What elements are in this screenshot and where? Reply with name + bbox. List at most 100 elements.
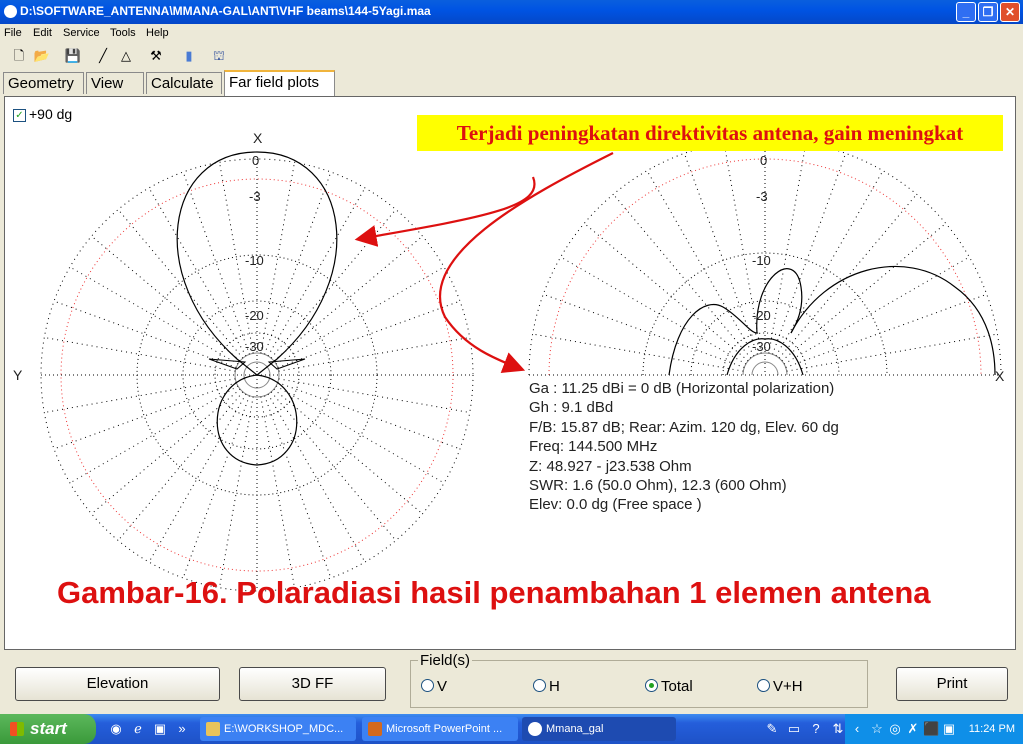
tray-spiral-icon[interactable]: ◎ (887, 721, 903, 737)
menu-help[interactable]: Help (146, 27, 169, 39)
left-grid-spoke (44, 378, 236, 414)
powerpoint-icon (368, 722, 382, 736)
new-file-icon[interactable]: 🗋 (10, 47, 28, 65)
save-icon[interactable]: 💾 (64, 47, 82, 65)
fields-legend: Field(s) (418, 652, 473, 669)
left-grid-spoke (267, 393, 366, 563)
windows-flag-icon (10, 722, 24, 736)
left-grid-spoke (270, 209, 397, 359)
print-button[interactable]: Print (896, 667, 1008, 701)
right-grid-spoke (532, 333, 744, 372)
elevation-button[interactable]: Elevation (15, 667, 220, 701)
plus90-checkbox[interactable]: ✓ (13, 109, 26, 122)
field-radio-h-label: H (549, 678, 560, 695)
start-button[interactable]: start (0, 714, 96, 744)
quicklaunch-browser-icon[interactable]: ℯ (130, 721, 146, 737)
annotation-arrow-right (438, 152, 614, 373)
left-grid-spoke (91, 388, 241, 515)
field-radio-vh-label: V+H (773, 678, 803, 695)
document-icon[interactable]: ▮ (180, 47, 198, 65)
left-grid-spoke (91, 235, 241, 362)
field-radio-v-label: V (437, 678, 448, 695)
tray-antivirus-icon[interactable]: ✗ (905, 721, 921, 737)
taskbar-window-mmana[interactable]: Mmana_gal (522, 717, 676, 741)
taskbar-window-powerpoint[interactable]: Microsoft PowerPoint ... (362, 717, 518, 741)
right-pattern-up-lobe (756, 268, 803, 334)
left-grid-spoke (273, 388, 423, 515)
left-grid-spoke (275, 266, 445, 365)
radio-dot (533, 679, 546, 692)
menu-bar: File Edit Service Tools Help (0, 25, 1023, 42)
right-grid-spoke (612, 193, 752, 359)
quicklaunch-more-icon[interactable]: » (174, 721, 190, 737)
bottom-controls: Elevation 3D FF Field(s) V H Total V+H P… (0, 650, 1023, 714)
right-grid-spoke (786, 333, 998, 372)
tray-help-icon[interactable]: ? (808, 721, 824, 737)
start-label: start (30, 719, 67, 738)
right-ring-label-0: 0 (760, 153, 767, 168)
tab-calculate[interactable]: Calculate (146, 72, 222, 94)
taskbar-window-explorer-label: E:\WORKSHOP_MDC... (224, 723, 344, 735)
pattern-info: Ga : 11.25 dBi = 0 dB (Horizontal polari… (529, 379, 839, 515)
left-ring-label-3: -3 (249, 189, 261, 204)
right-grid-spoke (768, 142, 807, 354)
ff3d-button[interactable]: 3D FF (239, 667, 386, 701)
left-ring-label-30: -30 (245, 339, 264, 354)
info-elev: Elev: 0.0 dg (Free space ) (529, 496, 702, 514)
tray-shield-icon[interactable]: ⬛ (923, 721, 939, 737)
right-grid-spoke (683, 153, 758, 355)
right-grid-spoke (583, 222, 749, 362)
quicklaunch-ie-icon[interactable]: ◉ (108, 721, 124, 737)
triangle-icon[interactable]: △ (117, 47, 135, 65)
info-gh: Gh : 9.1 dBd (529, 399, 614, 417)
plus90-label: +90 dg (29, 106, 73, 122)
left-ring-label-20: -20 (245, 308, 264, 323)
field-radio-h[interactable]: H (533, 678, 560, 695)
tray-expand-icon[interactable]: ‹ (849, 721, 865, 737)
folder-icon (206, 722, 220, 736)
right-grid-spoke (778, 193, 918, 359)
quicklaunch-desktop-icon[interactable]: ▣ (152, 721, 168, 737)
tab-geometry[interactable]: Geometry (3, 72, 84, 94)
info-ga: Ga : 11.25 dBi = 0 dB (Horizontal polari… (529, 380, 835, 397)
tray-star-icon[interactable]: ☆ (869, 721, 885, 737)
menu-service[interactable]: Service (63, 27, 100, 39)
taskbar-window-powerpoint-label: Microsoft PowerPoint ... (386, 723, 503, 735)
clock: 11:24 PM (968, 723, 1015, 735)
radio-dot (421, 679, 434, 692)
tray-pen-icon[interactable]: ✎ (764, 721, 780, 737)
taskbar-window-explorer[interactable]: E:\WORKSHOP_MDC... (200, 717, 356, 741)
draw-line-icon[interactable]: ╱ (94, 47, 112, 65)
field-radio-v[interactable]: V (421, 678, 447, 695)
tray-network-icon[interactable]: ⇅ (830, 721, 846, 737)
cursor-icon[interactable]: ⛫ (210, 47, 228, 65)
menu-tools[interactable]: Tools (110, 27, 136, 39)
tab-far-field-plots[interactable]: Far field plots (224, 70, 335, 96)
info-z: Z: 48.927 - j23.538 Ohm (529, 457, 692, 475)
left-ring-label-0: 0 (252, 153, 259, 168)
menu-edit[interactable]: Edit (33, 27, 52, 39)
field-radio-total-label: Total (661, 678, 693, 695)
right-ring-label-30: -30 (752, 339, 771, 354)
tab-view[interactable]: View (86, 72, 144, 94)
tools-icon[interactable]: ⚒ (147, 47, 165, 65)
mmana-icon (528, 722, 542, 736)
menu-file[interactable]: File (4, 27, 22, 39)
radio-dot-selected (645, 679, 658, 692)
left-ring-label-10: -10 (245, 253, 264, 268)
right-grid-spoke (781, 222, 947, 362)
right-ring-label-3: -3 (756, 189, 768, 204)
figure-caption: Gambar-16. Polaradiasi hasil penambahan … (57, 575, 931, 610)
maximize-button[interactable]: ❐ (978, 2, 998, 22)
tab-strip: Geometry View Calculate Far field plots (0, 70, 1023, 96)
field-radio-vh[interactable]: V+H (757, 678, 803, 695)
open-folder-icon[interactable]: 📂 (33, 47, 51, 65)
title-bar: D:\SOFTWARE_ANTENNA\MMANA-GAL\ANT\VHF be… (0, 0, 1023, 24)
close-button[interactable]: ✕ (1000, 2, 1020, 22)
left-grid-spoke (260, 162, 296, 354)
tray-app-icon[interactable]: ▣ (941, 721, 957, 737)
field-radio-total[interactable]: Total (645, 678, 693, 695)
minimize-button[interactable]: _ (956, 2, 976, 22)
left-axis-x-label: X (253, 130, 263, 146)
tray-monitor-icon[interactable]: ▭ (786, 721, 802, 737)
